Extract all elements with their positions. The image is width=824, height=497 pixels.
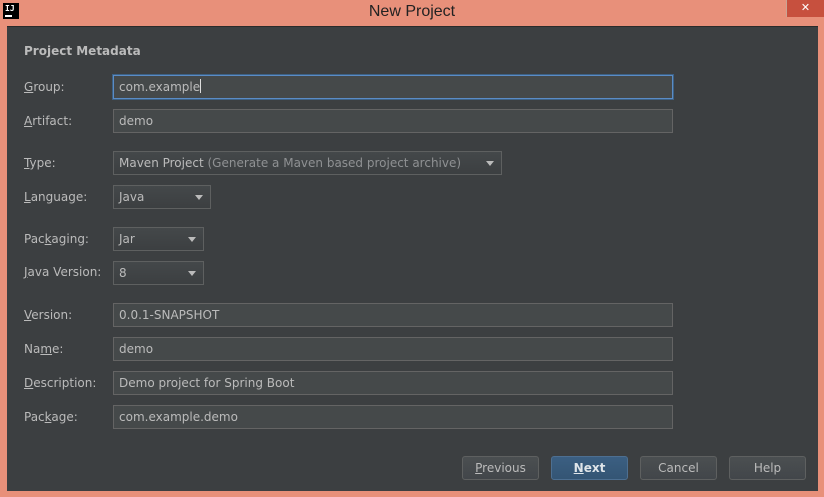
artifact-label: Artifact:	[24, 114, 73, 128]
type-dropdown[interactable]: Maven Project (Generate a Maven based pr…	[113, 151, 502, 175]
title-bar: IJ New Project ✕	[0, 0, 824, 25]
name-field[interactable]: demo	[113, 337, 673, 361]
window-title: New Project	[368, 3, 456, 20]
group-field[interactable]: com.example	[113, 75, 673, 99]
artifact-field[interactable]: demo	[113, 109, 673, 133]
description-field[interactable]: Demo project for Spring Boot	[113, 371, 673, 395]
help-button[interactable]: Help	[729, 456, 806, 480]
close-icon: ✕	[800, 1, 811, 14]
type-label: Type:	[24, 156, 56, 170]
cancel-button[interactable]: Cancel	[640, 456, 717, 480]
version-label: Version:	[24, 308, 73, 322]
packaging-label: Packaging:	[24, 232, 89, 246]
chevron-down-icon	[188, 237, 196, 242]
next-button[interactable]: Next	[551, 456, 628, 480]
java-version-dropdown[interactable]: 8	[113, 261, 204, 285]
language-label: Language:	[24, 190, 88, 204]
java-version-label: Java Version:	[24, 265, 102, 279]
close-button[interactable]: ✕	[786, 0, 824, 17]
previous-button[interactable]: Previous	[462, 456, 539, 480]
chevron-down-icon	[486, 161, 494, 166]
chevron-down-icon	[188, 271, 196, 276]
group-label: Group:	[24, 80, 65, 94]
text-cursor	[200, 79, 202, 93]
package-label: Package:	[24, 410, 78, 424]
dialog-content: Project Metadata Group: com.example Arti…	[7, 26, 818, 491]
chevron-down-icon	[195, 195, 203, 200]
name-label: Name:	[24, 342, 64, 356]
section-title: Project Metadata	[24, 44, 141, 58]
version-field[interactable]: 0.0.1-SNAPSHOT	[113, 303, 673, 327]
language-dropdown[interactable]: Java	[113, 185, 211, 209]
package-field[interactable]: com.example.demo	[113, 405, 673, 429]
packaging-dropdown[interactable]: Jar	[113, 227, 204, 251]
description-label: Description:	[24, 376, 97, 390]
